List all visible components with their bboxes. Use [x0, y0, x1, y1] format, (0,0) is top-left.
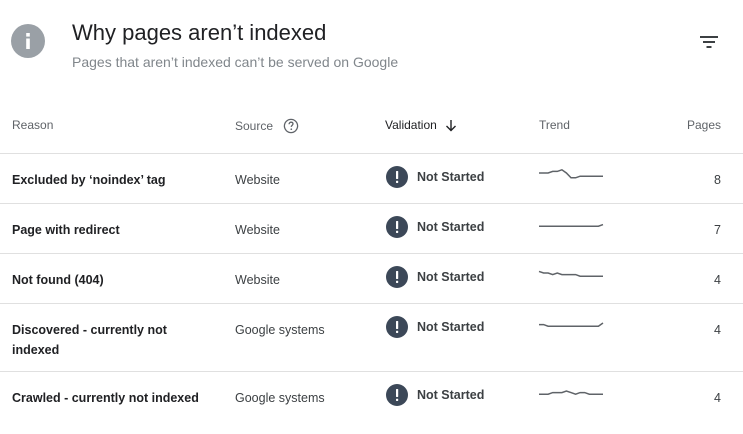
- card-header: Why pages aren’t indexed Pages that aren…: [0, 0, 743, 100]
- reason-cell: Discovered - currently not indexed: [12, 323, 167, 357]
- trend-sparkline: [538, 264, 604, 286]
- table-header: Reason Source Validation Trend Pages: [0, 100, 743, 154]
- validation-cell: Not Started: [386, 384, 484, 406]
- table-row[interactable]: Not found (404) Website Not Started 4: [0, 254, 743, 304]
- exclamation-circle-icon: [386, 266, 408, 288]
- trend-line: [538, 270, 603, 277]
- exclamation-circle-icon: [386, 166, 408, 188]
- exclamation-circle-icon: [386, 316, 408, 338]
- trend-line: [539, 168, 603, 179]
- pages-count: 8: [714, 173, 721, 187]
- source-cell: Google systems: [235, 391, 325, 405]
- filter-button[interactable]: [694, 28, 724, 56]
- validation-status: Not Started: [417, 270, 485, 284]
- arrow-down-icon: [445, 119, 457, 132]
- reason-cell: Crawled - currently not indexed: [12, 391, 199, 405]
- trend-sparkline: [538, 314, 604, 336]
- column-header-validation[interactable]: Validation: [385, 118, 457, 132]
- trend-sparkline: [538, 382, 604, 404]
- filter-icon: [700, 36, 718, 48]
- column-header-trend[interactable]: Trend: [539, 118, 570, 132]
- help-circle-icon[interactable]: [283, 118, 299, 134]
- table-row[interactable]: Page with redirect Website Not Started 7: [0, 204, 743, 254]
- pages-count: 7: [714, 223, 721, 237]
- trend-sparkline: [538, 214, 604, 236]
- pages-count: 4: [714, 273, 721, 287]
- column-header-source-label: Source: [235, 119, 274, 133]
- column-header-reason[interactable]: Reason: [12, 118, 53, 132]
- validation-status: Not Started: [417, 320, 485, 334]
- column-header-pages-label: Pages: [686, 118, 721, 132]
- reason-cell: Excluded by ‘noindex’ tag: [12, 173, 166, 187]
- column-header-trend-label: Trend: [539, 118, 570, 132]
- column-header-source[interactable]: Source: [235, 118, 299, 134]
- exclamation-circle-icon: [386, 384, 408, 406]
- column-header-validation-label: Validation: [385, 118, 437, 132]
- source-cell: Website: [235, 173, 280, 187]
- column-header-pages[interactable]: Pages: [687, 118, 721, 132]
- source-cell: Website: [235, 223, 280, 237]
- card-subtitle: Pages that aren’t indexed can’t be serve…: [72, 54, 399, 70]
- validation-status: Not Started: [417, 388, 485, 402]
- pages-count: 4: [714, 391, 721, 405]
- validation-status: Not Started: [417, 170, 485, 184]
- trend-line: [539, 390, 603, 395]
- validation-status: Not Started: [417, 220, 485, 234]
- trend-line: [539, 223, 604, 227]
- validation-cell: Not Started: [386, 166, 484, 188]
- validation-cell: Not Started: [386, 316, 484, 338]
- table-row[interactable]: Discovered - currently not indexed Google…: [0, 304, 743, 372]
- source-cell: Website: [235, 273, 280, 287]
- source-cell: Google systems: [235, 323, 325, 337]
- column-header-reason-label: Reason: [12, 118, 54, 132]
- exclamation-circle-icon: [386, 216, 408, 238]
- reason-cell: Page with redirect: [12, 223, 120, 237]
- reason-cell: Not found (404): [12, 273, 104, 287]
- validation-cell: Not Started: [386, 266, 484, 288]
- pages-count: 4: [714, 323, 721, 337]
- trend-sparkline: [538, 164, 604, 186]
- trend-line: [539, 322, 604, 327]
- table-row[interactable]: Crawled - currently not indexed Google sy…: [0, 372, 743, 434]
- info-icon: [11, 24, 45, 58]
- table-row[interactable]: Excluded by ‘noindex’ tag Website Not Star…: [0, 154, 743, 204]
- card-title: Why pages aren’t indexed: [72, 20, 327, 45]
- validation-cell: Not Started: [386, 216, 484, 238]
